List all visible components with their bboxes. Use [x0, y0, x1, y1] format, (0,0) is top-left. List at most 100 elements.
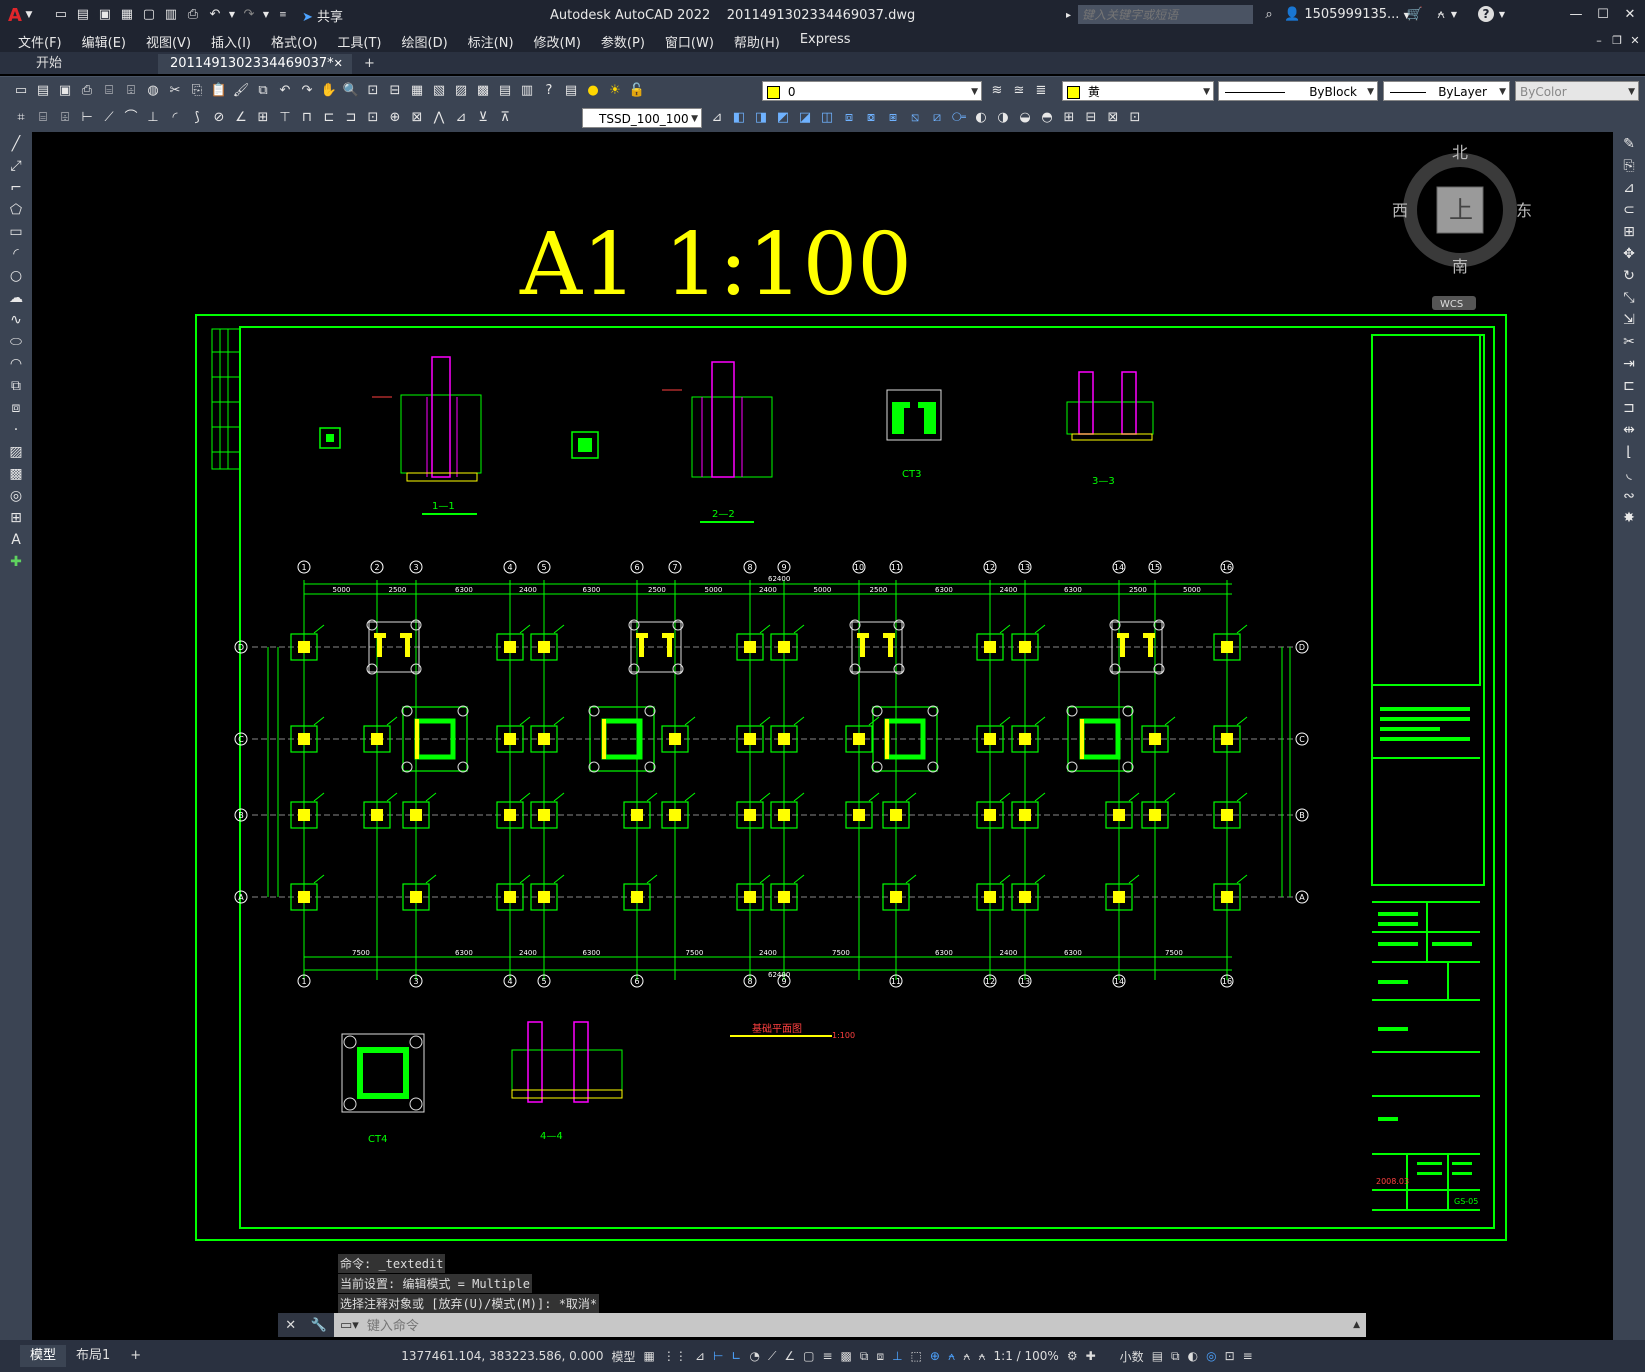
pan-icon[interactable]: ✋: [320, 82, 338, 100]
menu-item[interactable]: 窗口(W): [655, 32, 724, 51]
command-recent-icon[interactable]: ▭▾: [340, 1318, 359, 1333]
undo-icon[interactable]: ↶: [206, 6, 224, 24]
point-icon[interactable]: ·: [6, 420, 26, 440]
dim-edit-icon[interactable]: ⊿: [452, 109, 470, 127]
zoom-previous-icon[interactable]: ⊟: [386, 82, 404, 100]
infer-constraints-icon[interactable]: ⊿: [695, 1349, 705, 1363]
autocad-logo-icon[interactable]: A: [8, 5, 22, 26]
print-icon[interactable]: ⎙: [78, 82, 96, 100]
layer-combo[interactable]: 0 ▼: [762, 81, 982, 101]
tab-close-icon[interactable]: ✕: [334, 54, 343, 74]
show-constraint-icon[interactable]: ⧄: [928, 109, 946, 127]
app-menu-dropdown-icon[interactable]: ▼: [24, 6, 34, 24]
quick-properties-icon[interactable]: ▤: [1152, 1349, 1163, 1363]
color-combo[interactable]: 黄 ▼: [1062, 81, 1214, 101]
revcloud-icon[interactable]: ☁: [6, 288, 26, 308]
3dprint-icon[interactable]: ◍: [144, 82, 162, 100]
annotation-scale-value[interactable]: 1:1 / 100%: [994, 1349, 1059, 1363]
auto-constrain-icon[interactable]: ⧅: [906, 109, 924, 127]
transparency-icon[interactable]: ▩: [841, 1349, 852, 1363]
trim-icon[interactable]: ✂: [1619, 332, 1639, 352]
erase-icon[interactable]: ✎: [1619, 134, 1639, 154]
move-icon[interactable]: ✥: [1619, 244, 1639, 264]
layer-states-icon[interactable]: ≣: [1032, 82, 1050, 100]
view-manager-icon[interactable]: ⊡: [1126, 109, 1144, 127]
customization-icon[interactable]: ≡: [1243, 1349, 1253, 1363]
workspace-icon[interactable]: ⌗: [12, 109, 30, 127]
make-block-icon[interactable]: ⧈: [6, 398, 26, 418]
command-scroll-icon[interactable]: ▲: [1353, 1320, 1360, 1330]
lineweight-icon[interactable]: ≡: [822, 1349, 832, 1363]
properties-icon[interactable]: ▦: [408, 82, 426, 100]
break-icon[interactable]: ⊐: [1619, 398, 1639, 418]
table-icon[interactable]: ⊞: [1060, 109, 1078, 127]
construction-line-icon[interactable]: ⤢: [6, 156, 26, 176]
dim-text-edit-icon[interactable]: ⊻: [474, 109, 492, 127]
auto-scale-icon[interactable]: ⍲: [963, 1349, 970, 1364]
snap-icon[interactable]: ⋮⋮: [663, 1349, 687, 1363]
help-icon[interactable]: ?: [1478, 6, 1494, 22]
table-draw-icon[interactable]: ⊞: [6, 508, 26, 528]
dim-constraint-icon[interactable]: ⧈: [840, 109, 858, 127]
continue-dim-icon[interactable]: ⊓: [298, 109, 316, 127]
new-tab-button[interactable]: +: [352, 54, 387, 74]
model-space-toggle[interactable]: 模型: [612, 1348, 636, 1365]
tab-model[interactable]: 模型: [20, 1345, 67, 1367]
help-search-input[interactable]: [1078, 5, 1253, 24]
search-icon[interactable]: ⌕: [1260, 6, 1278, 24]
make-current-icon[interactable]: ≋: [988, 82, 1006, 100]
tab-layout1[interactable]: 布局1: [66, 1345, 120, 1367]
cart-icon[interactable]: 🛒: [1406, 6, 1424, 24]
lineweight-combo[interactable]: ByLayer ▼: [1383, 81, 1510, 101]
polygon-icon[interactable]: ⬠: [6, 200, 26, 220]
redo-icon[interactable]: ↷: [240, 6, 258, 24]
calculator-icon[interactable]: ▥: [518, 82, 536, 100]
doc-close-icon[interactable]: ✕: [1626, 32, 1644, 50]
customize-icon[interactable]: 🔧: [311, 1318, 327, 1333]
chamfer-icon[interactable]: ⌊: [1619, 442, 1639, 462]
command-input[interactable]: [358, 1314, 1354, 1336]
add-selected-icon[interactable]: ✚: [6, 552, 26, 572]
delete-constraint-icon[interactable]: ⧇: [862, 109, 880, 127]
ucs-icon[interactable]: ⊠: [1104, 109, 1122, 127]
autodesk-a360-icon[interactable]: ⍲: [1432, 6, 1450, 24]
visual-style-icon[interactable]: ◐: [972, 109, 990, 127]
tab-drawing[interactable]: 2011491302334469037* ✕: [158, 54, 352, 74]
new-file-icon[interactable]: ▭: [52, 6, 70, 24]
match-properties-icon[interactable]: 🖌: [232, 82, 250, 100]
a360-dropdown-icon[interactable]: ▼: [1450, 6, 1458, 24]
viewcube-north[interactable]: 北: [1452, 143, 1468, 162]
ungroup-icon[interactable]: ◨: [752, 109, 770, 127]
viewcube-east[interactable]: 东: [1516, 201, 1532, 220]
dynamic-ucs-icon[interactable]: ⊥: [892, 1349, 902, 1363]
doc-minimize-icon[interactable]: –: [1590, 32, 1608, 50]
parametric-icon[interactable]: ◪: [796, 109, 814, 127]
fillet-icon[interactable]: ◟: [1619, 464, 1639, 484]
circle-icon[interactable]: ○: [6, 266, 26, 286]
menu-item[interactable]: Express: [790, 32, 861, 51]
zoom-window-icon[interactable]: ⊡: [364, 82, 382, 100]
plot-icon[interactable]: ⎙: [184, 6, 202, 24]
break-at-point-icon[interactable]: ⊏: [1619, 376, 1639, 396]
search-expand-icon[interactable]: ▸: [1066, 10, 1071, 21]
customize-qat-icon[interactable]: ≡: [274, 6, 292, 24]
layout-icon[interactable]: ⌸: [34, 109, 52, 127]
geom-constraint-icon[interactable]: ◫: [818, 109, 836, 127]
dynamic-input-icon[interactable]: ⊢: [713, 1349, 723, 1363]
annotation-monitor-icon[interactable]: ✚: [1086, 1349, 1096, 1363]
hardware-accel-icon[interactable]: ◎: [1206, 1349, 1216, 1363]
hide-constraint-icon[interactable]: ⧃: [950, 109, 968, 127]
drawing-canvas[interactable]: A1 1:100 2008.03 GS-05 1—1 2—2 CT3 3—3 6…: [32, 132, 1613, 1340]
dim-space-icon[interactable]: ⊏: [320, 109, 338, 127]
zoom-realtime-icon[interactable]: 🔍: [342, 82, 360, 100]
selection-filter-icon[interactable]: ⬚: [911, 1349, 922, 1363]
viewcube-south[interactable]: 南: [1452, 257, 1468, 276]
group-icon[interactable]: ◧: [730, 109, 748, 127]
menu-item[interactable]: 绘图(D): [392, 32, 458, 51]
mirror-icon[interactable]: ⊿: [1619, 178, 1639, 198]
spline-icon[interactable]: ∿: [6, 310, 26, 330]
polyline-icon[interactable]: ⌐: [6, 178, 26, 198]
group-edit-icon[interactable]: ◩: [774, 109, 792, 127]
lock-ui-icon[interactable]: ⧉: [1171, 1349, 1180, 1364]
array-icon[interactable]: ⊞: [1619, 222, 1639, 242]
